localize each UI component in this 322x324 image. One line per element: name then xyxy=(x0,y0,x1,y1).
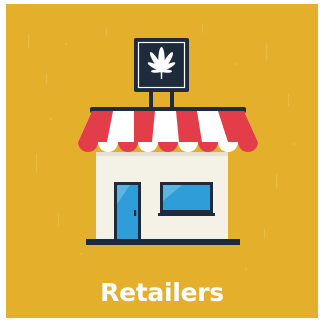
shop-window xyxy=(158,182,215,216)
shop-door xyxy=(114,182,141,240)
tile-label: Retailers xyxy=(100,278,224,307)
retailers-illustration xyxy=(6,4,318,318)
ground-line xyxy=(86,239,240,245)
retailers-tile[interactable]: Retailers xyxy=(6,4,318,318)
striped-awning xyxy=(78,111,258,152)
